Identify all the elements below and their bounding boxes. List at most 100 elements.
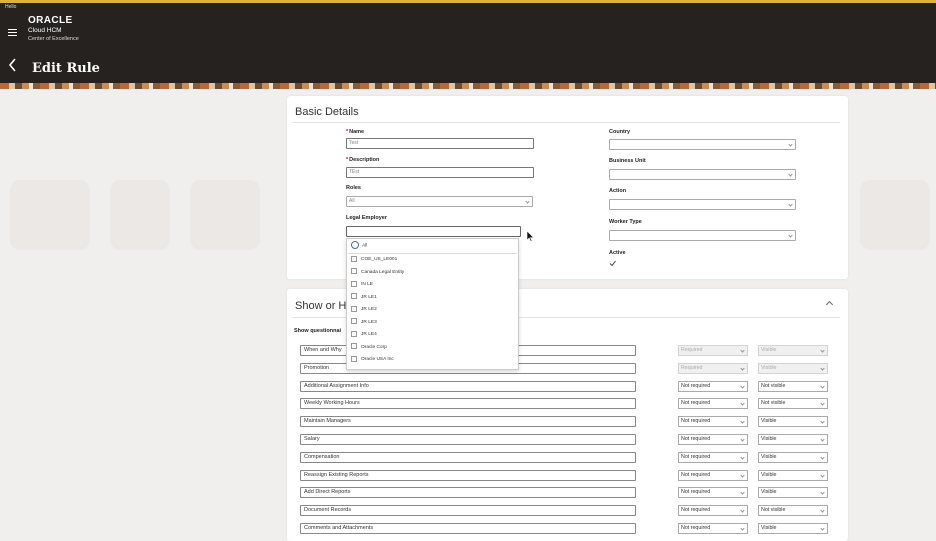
required-select[interactable]: Not required: [678, 487, 748, 499]
required-select[interactable]: Not required: [678, 523, 748, 534]
chevron-down-icon: [740, 348, 745, 353]
visibility-select-value: Visible: [761, 347, 777, 353]
required-select-value: Required: [681, 347, 703, 353]
required-select[interactable]: Not required: [678, 469, 748, 481]
checkbox-icon: [351, 343, 357, 350]
required-select[interactable]: Not required: [678, 416, 748, 428]
chevron-down-icon: [820, 508, 825, 513]
chevron-down-icon: [820, 366, 825, 371]
business-unit-select[interactable]: [609, 169, 796, 180]
chevron-down-icon: [740, 437, 745, 442]
visibility-select[interactable]: Not visible: [758, 505, 828, 517]
visibility-select-value: Not visible: [761, 400, 786, 407]
chevron-down-icon: [820, 383, 825, 389]
checkbox-icon: [351, 280, 357, 287]
collapse-chevron-up-icon[interactable]: [825, 300, 834, 309]
show-hide-description: Show questionnai: [294, 328, 342, 334]
app-header: Hello ORACLE Cloud HCM Center of Excelle…: [0, 3, 936, 83]
required-select: Required: [678, 345, 748, 356]
chevron-down-icon: [740, 508, 745, 513]
dropdown-option-label: JR LE4: [361, 332, 377, 337]
question-name-field: Weekly Working Hours: [300, 398, 636, 410]
chevron-down-icon: [820, 526, 825, 531]
country-select[interactable]: [609, 139, 796, 150]
show-hide-title: Show or H: [295, 300, 347, 312]
chevron-down-icon: [820, 455, 825, 460]
required-select[interactable]: Not required: [678, 434, 748, 445]
checkbox-icon: [351, 255, 357, 262]
dropdown-option-label: Oracle USA Inc: [361, 357, 394, 362]
hamburger-menu-icon[interactable]: [8, 29, 17, 37]
required-select: Required: [678, 362, 748, 374]
question-name-field: Comments and Attachments: [300, 523, 636, 534]
dropdown-option[interactable]: JR LE3: [351, 318, 377, 328]
required-select-value: Not required: [681, 471, 711, 478]
section-divider: [293, 122, 840, 123]
checkbox-icon: [351, 330, 357, 337]
page-title: Edit Rule: [32, 61, 100, 76]
required-select-value: Not required: [681, 453, 711, 460]
business-unit-label: Business Unit: [609, 158, 646, 164]
action-select[interactable]: [609, 199, 796, 210]
visibility-select[interactable]: Not visible: [758, 380, 828, 392]
chevron-down-icon: [740, 383, 745, 389]
worker-type-select[interactable]: [609, 230, 796, 241]
back-arrow-icon[interactable]: [8, 58, 18, 72]
dropdown-option[interactable]: Canada Legal Entity: [351, 268, 404, 278]
description-input[interactable]: TEst: [346, 167, 534, 178]
dropdown-option[interactable]: Oracle Corp: [351, 343, 387, 353]
dropdown-option-label: JR LE1: [361, 294, 377, 300]
checkbox-icon: [351, 305, 357, 312]
visibility-select-value: Not visible: [761, 382, 786, 389]
chevron-down-icon: [820, 437, 825, 442]
visibility-select-value: Visible: [761, 471, 777, 478]
legal-employer-select[interactable]: [346, 226, 521, 237]
chevron-down-icon: [740, 455, 745, 460]
chevron-down-icon: [820, 490, 825, 496]
dropdown-option-label: Canada Legal Entity: [361, 269, 405, 275]
chevron-down-icon: [820, 419, 825, 424]
dropdown-option[interactable]: Oracle USA Inc: [351, 355, 394, 365]
visibility-select[interactable]: Visible: [758, 451, 828, 463]
required-select[interactable]: Not required: [678, 451, 748, 463]
chevron-down-icon: [788, 202, 793, 207]
visibility-select-value: Visible: [761, 453, 777, 460]
visibility-select[interactable]: Visible: [758, 523, 828, 534]
chevron-down-icon: [820, 348, 825, 353]
required-select[interactable]: Not required: [678, 398, 748, 410]
dropdown-option-label: JR LE3: [361, 319, 377, 325]
name-input[interactable]: Test: [346, 138, 534, 149]
dropdown-option[interactable]: JR LE1: [351, 293, 377, 303]
roles-select[interactable]: All: [346, 196, 533, 207]
chevron-down-icon: [740, 472, 745, 478]
dropdown-option[interactable]: COE_US_LE001: [351, 255, 397, 265]
checkbox-icon: [351, 293, 357, 300]
required-select-value: Required: [681, 364, 703, 371]
question-name-field: Document Records: [300, 505, 636, 517]
dropdown-option[interactable]: JR LE2: [351, 305, 377, 315]
visibility-select[interactable]: Visible: [758, 416, 828, 428]
name-label: *Name: [346, 129, 365, 135]
question-name-field: Additional Assignment Info: [300, 380, 636, 392]
chevron-down-icon: [788, 172, 793, 177]
oracle-logo: ORACLE: [28, 15, 73, 26]
question-name-field: Compensation: [300, 451, 636, 463]
visibility-select[interactable]: Visible: [758, 469, 828, 481]
checkbox-icon: [351, 268, 357, 275]
chevron-down-icon: [740, 419, 745, 424]
dropdown-option-label: Oracle Corp: [361, 344, 387, 350]
legal-employer-dropdown: All COE_US_LE001 Canada Legal Entity IN LE…: [346, 238, 519, 370]
dropdown-option[interactable]: IN LE: [351, 280, 373, 290]
visibility-select[interactable]: Visible: [758, 487, 828, 499]
visibility-select[interactable]: Visible: [758, 434, 828, 445]
country-label: Country: [609, 129, 631, 135]
visibility-select[interactable]: Not visible: [758, 398, 828, 410]
dropdown-divider: [348, 253, 517, 254]
dropdown-option-all[interactable]: All: [351, 241, 367, 251]
required-select[interactable]: Not required: [678, 380, 748, 392]
dropdown-option[interactable]: JR LE4: [351, 330, 377, 340]
active-checkbox-checkmark-icon[interactable]: [609, 260, 616, 267]
decorative-banner: [0, 83, 936, 89]
required-select[interactable]: Not required: [678, 505, 748, 517]
question-name-field: Add Direct Reports: [300, 487, 636, 499]
